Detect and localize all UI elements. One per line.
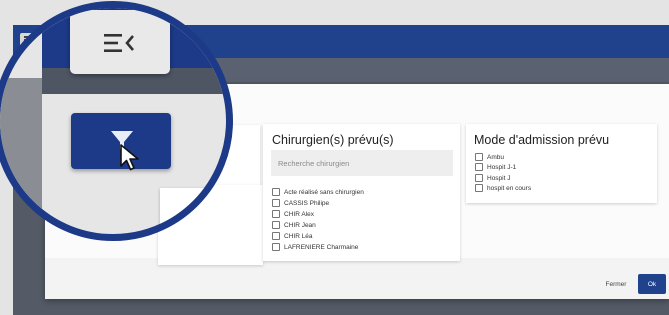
surgeon-option-label: CHIR Léa (284, 232, 313, 240)
checkbox[interactable] (475, 184, 483, 192)
checkbox[interactable] (475, 153, 483, 161)
zoomed-panel (160, 188, 226, 234)
magnifier-callout (0, 1, 233, 241)
checkbox[interactable] (272, 210, 280, 218)
surgeons-panel-title: Chirurgien(s) prévu(s) (272, 133, 394, 147)
ok-button[interactable]: Ok (638, 274, 666, 294)
surgeon-search-input[interactable] (271, 150, 453, 176)
admission-option[interactable]: Ambu (475, 152, 504, 162)
zoomed-sidebar (0, 78, 42, 234)
surgeon-option-label: CHIR Jean (284, 221, 316, 229)
surgeon-option-label: CASSIS Philipe (284, 199, 330, 207)
menu-toggle-button[interactable] (70, 10, 170, 74)
admission-option-label: Hospit J-1 (487, 163, 517, 171)
surgeon-option-label: CHIR Alex (284, 210, 314, 218)
admission-panel-title: Mode d'admission prévu (474, 133, 610, 147)
dialog-footer (45, 258, 669, 299)
surgeon-option[interactable]: CASSIS Philipe (272, 198, 329, 208)
cursor-icon (120, 144, 139, 171)
menu-icon (104, 34, 134, 52)
admission-option[interactable]: hospit en cours (475, 183, 531, 193)
surgeon-option-label: LAFRENIERE Charmaine (284, 243, 359, 251)
checkbox[interactable] (272, 188, 280, 196)
admission-option-label: Ambu (487, 153, 504, 161)
surgeon-option-label: Acte réalisé sans chirurgien (284, 188, 364, 196)
checkbox[interactable] (272, 199, 280, 207)
surgeon-option[interactable]: CHIR Jean (272, 220, 316, 230)
checkbox[interactable] (272, 221, 280, 229)
admission-option[interactable]: Hospit J (475, 173, 510, 183)
admission-option-label: hospit en cours (487, 184, 532, 192)
checkbox[interactable] (475, 163, 483, 171)
surgeon-option[interactable]: CHIR Léa (272, 231, 313, 241)
checkbox[interactable] (272, 243, 280, 251)
close-button[interactable]: Fermer (597, 275, 635, 293)
admission-option-label: Hospit J (487, 174, 511, 182)
checkbox[interactable] (475, 174, 483, 182)
checkbox[interactable] (272, 232, 280, 240)
admission-option[interactable]: Hospit J-1 (475, 162, 516, 172)
surgeon-option[interactable]: LAFRENIERE Charmaine (272, 242, 358, 252)
surgeon-option[interactable]: Acte réalisé sans chirurgien (272, 187, 364, 197)
surgeon-option[interactable]: CHIR Alex (272, 209, 314, 219)
